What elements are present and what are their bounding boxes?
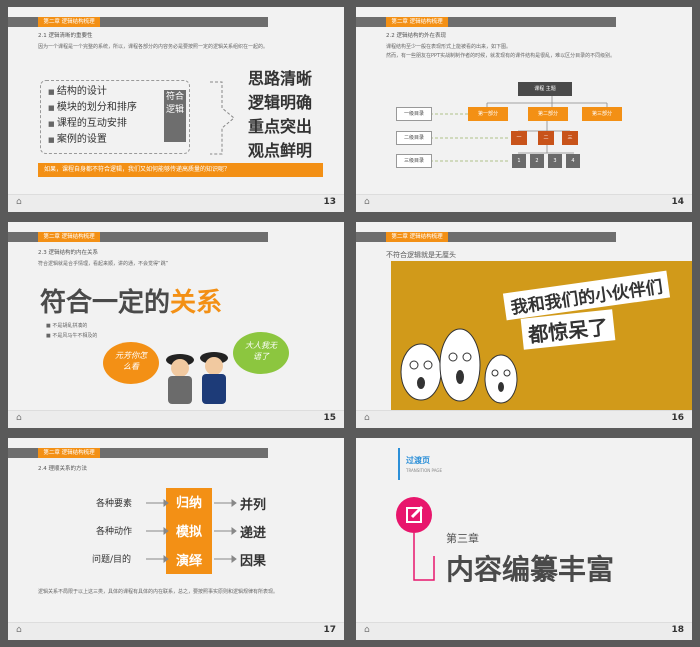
chapter-tag: 第二章 逻辑结构梳理 bbox=[38, 17, 100, 27]
tree-node-l2: 二 bbox=[538, 131, 554, 145]
bullet-list: 结构的设计 模块的划分和排序 课程的互动安排 案例的设置 bbox=[48, 84, 137, 148]
keyword: 观点鲜明 bbox=[248, 141, 313, 160]
slide-title: 符合一定的关系 bbox=[40, 282, 222, 319]
slide-footer: ⌂ 16 bbox=[356, 410, 692, 428]
description: 符合逻辑就是合乎情理，看起来顺，讲的通，不会觉得“跳” bbox=[38, 261, 169, 267]
home-icon[interactable]: ⌂ bbox=[16, 625, 22, 635]
tree-node-l1: 第二部分 bbox=[528, 107, 568, 121]
keyword: 重点突出 bbox=[248, 117, 313, 136]
connector-line bbox=[413, 533, 435, 581]
tree-node-l3: 3 bbox=[548, 154, 562, 168]
subheading: 2.1 逻辑清晰的重要性 bbox=[38, 33, 93, 39]
title-part: 符合一定的 bbox=[40, 288, 171, 318]
keyword: 思路清晰 bbox=[248, 69, 313, 88]
bullet-item: 案例的设置 bbox=[48, 132, 137, 148]
slide-footer: ⌂ 15 bbox=[8, 410, 344, 428]
home-icon[interactable]: ⌂ bbox=[364, 197, 370, 207]
flow-arrows bbox=[146, 499, 237, 563]
home-icon[interactable]: ⌂ bbox=[364, 413, 370, 423]
slide-18[interactable]: 过渡页 TRANSITION PAGE 第三章 内容编纂丰富 ⌂ 18 bbox=[356, 438, 692, 640]
officials-illustration bbox=[166, 352, 228, 404]
logic-label-box: 符合逻辑 bbox=[164, 90, 186, 142]
slide-footer: ⌂ 14 bbox=[356, 194, 692, 212]
tree-node-l2: 一 bbox=[511, 131, 527, 145]
slide-16[interactable]: 第二章 逻辑结构梳理 不符合逻辑就是无厘头 我和我们的小伙伴们 都惊呆了 ⌂ 1… bbox=[356, 222, 692, 428]
slide-15[interactable]: 第二章 逻辑结构梳理 2.3 逻辑结构的内在关系 符合逻辑就是合乎情理，看起来顺… bbox=[8, 222, 344, 428]
slide-footer: ⌂ 17 bbox=[8, 622, 344, 640]
result-word: 因果 bbox=[240, 554, 267, 569]
slide-number: 17 bbox=[323, 625, 336, 635]
title-accent: 关系 bbox=[170, 288, 223, 318]
tree-node-l3: 1 bbox=[512, 154, 526, 168]
bottom-note: 逻辑关系不局限于以上这三类，具体的课程有具体的内在联系，总之，要按照事实原则和逻… bbox=[38, 589, 279, 595]
bullet-item: ■ 不是风马牛不相及的 bbox=[46, 333, 98, 339]
subheading: 2.3 逻辑结构的内在关系 bbox=[38, 250, 98, 256]
result-word: 并列 bbox=[240, 498, 267, 513]
slide-number: 18 bbox=[671, 625, 684, 635]
tree-node-l1: 第三部分 bbox=[582, 107, 622, 121]
tree-node-l2: 三 bbox=[562, 131, 578, 145]
chapter-tag: 第二章 逻辑结构梳理 bbox=[38, 232, 100, 242]
keyword: 逻辑明确 bbox=[248, 93, 313, 112]
slide-number: 15 bbox=[323, 413, 336, 423]
level-label: 二级目录 bbox=[396, 131, 432, 145]
tree-node-l3: 2 bbox=[530, 154, 544, 168]
speech-bubble-green: 大人我无语了 bbox=[233, 332, 289, 374]
slide-17[interactable]: 第二章 逻辑结构梳理 2.4 理顺关系的方法 归纳 模拟 演绎 各种要素 各种动… bbox=[8, 438, 344, 640]
slide-14[interactable]: 第二章 逻辑结构梳理 2.2 逻辑结构的外在表现 课程结构至少一般在表现形式上能… bbox=[356, 7, 692, 212]
chapter-tag: 第二章 逻辑结构梳理 bbox=[386, 232, 448, 242]
subheading: 不符合逻辑就是无厘头 bbox=[386, 251, 456, 259]
home-icon[interactable]: ⌂ bbox=[16, 197, 22, 207]
bullet-item: 课程的互动安排 bbox=[48, 116, 137, 132]
slide-number: 13 bbox=[323, 197, 336, 207]
chapter-bar: 第二章 逻辑结构梳理 bbox=[356, 232, 616, 242]
tree-root: 课程 主题 bbox=[518, 82, 572, 96]
slide-number: 14 bbox=[671, 197, 684, 207]
bullet-item: 结构的设计 bbox=[48, 84, 137, 100]
brace-arrow-icon bbox=[210, 81, 235, 155]
result-word: 递进 bbox=[240, 526, 267, 541]
slide-number: 16 bbox=[671, 413, 684, 423]
speech-bubble-orange: 元芳你怎么看 bbox=[103, 342, 159, 384]
slide-13[interactable]: 第二章 逻辑结构梳理 2.1 逻辑清晰的重要性 因为一个课程是一个完整的系统，所… bbox=[8, 7, 344, 212]
slide-footer: ⌂ 18 bbox=[356, 622, 692, 640]
chapter-title: 内容编纂丰富 bbox=[446, 553, 615, 586]
surprised-faces-illustration bbox=[400, 328, 518, 404]
tree-node-l1: 第一部分 bbox=[468, 107, 508, 121]
chapter-bar: 第二章 逻辑结构梳理 bbox=[8, 17, 268, 27]
bullet-item: ■ 不是胡乱拼凑的 bbox=[46, 323, 88, 329]
tree-node-l3: 4 bbox=[566, 154, 580, 168]
level-label: 一级目录 bbox=[396, 107, 432, 121]
bullet-item: 模块的划分和排序 bbox=[48, 100, 137, 116]
level-label: 三级目录 bbox=[396, 154, 432, 168]
home-icon[interactable]: ⌂ bbox=[364, 625, 370, 635]
slide-footer: ⌂ 13 bbox=[8, 194, 344, 212]
highlight-bar: 如果，课程自身都不符合逻辑，我们又如何能够传递高质量的知识呢？ bbox=[38, 163, 323, 177]
chapter-number: 第三章 bbox=[446, 532, 479, 545]
description: 因为一个课程是一个完整的系统，所以，课程各部分的内容务必是要按照一定的逻辑关系组… bbox=[38, 44, 269, 50]
home-icon[interactable]: ⌂ bbox=[16, 413, 22, 423]
chapter-bar: 第二章 逻辑结构梳理 bbox=[8, 232, 268, 242]
